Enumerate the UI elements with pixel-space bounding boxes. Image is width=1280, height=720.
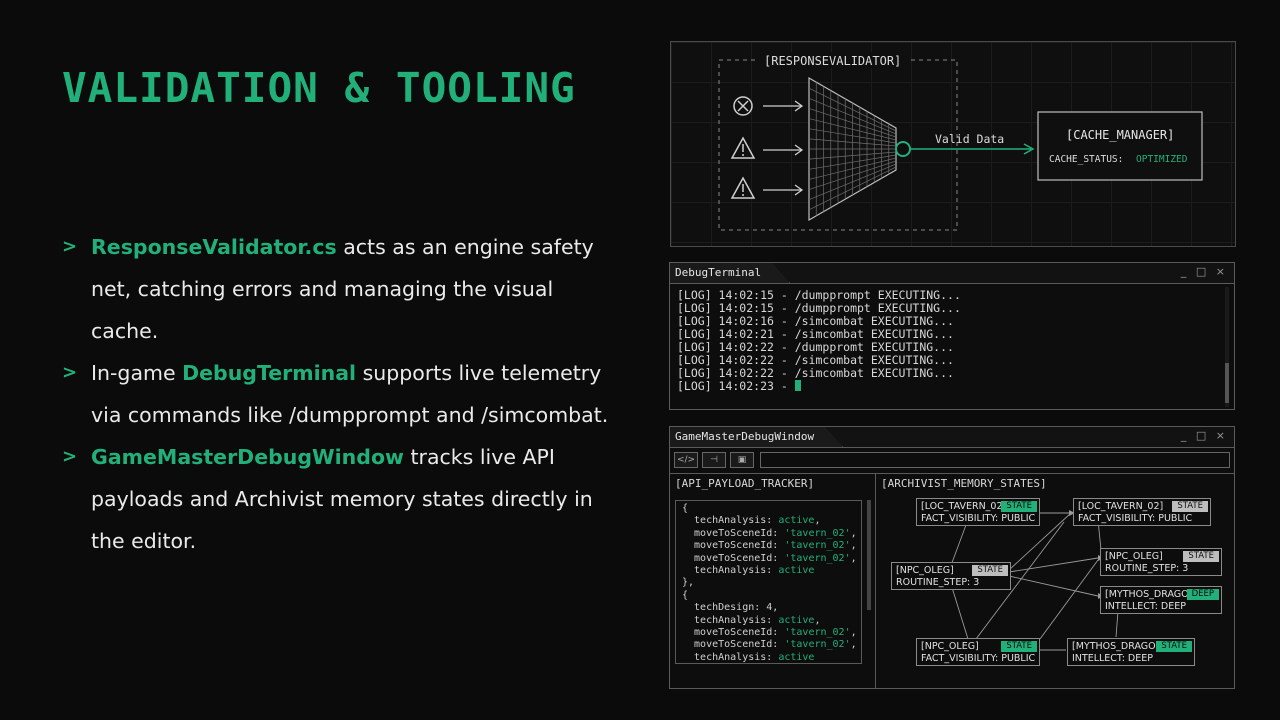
pin-icon[interactable]: ⊣	[702, 452, 726, 468]
deep-badge: DEEP	[1186, 589, 1219, 600]
state-badge: STATE	[1156, 641, 1192, 652]
gm-debug-window: GameMasterDebugWindow _ □ × </> ⊣ ▣ [API…	[669, 426, 1235, 689]
bullet-prefix: In-game	[91, 361, 183, 385]
payload-line: moveToSceneId: 'tavern_02',	[682, 540, 857, 552]
memory-node[interactable]: [NPC_OLEG] ROUTINE_STEP: 3 STATE	[891, 562, 1011, 590]
slide-title: VALIDATION & TOOLING	[62, 64, 576, 112]
bullet-debug-terminal: > In-game DebugTerminal supports live tel…	[62, 352, 622, 436]
payload-scrollbar[interactable]	[867, 500, 871, 610]
prompt-line[interactable]: [LOG] 14:02:23 -	[677, 380, 961, 393]
tab-debug-terminal[interactable]: DebugTerminal	[670, 263, 790, 283]
terminal-scrollbar-thumb[interactable]	[1225, 363, 1229, 403]
node-value: ROUTINE_STEP: 3	[896, 577, 980, 588]
prompt-text: [LOG] 14:02:23 -	[677, 379, 795, 393]
payload-line: techAnalysis: active	[682, 565, 815, 577]
diagram-svg: [RESPONSEVALIDATOR] Valid Data [CACHE_MA…	[718, 52, 1203, 231]
window-controls[interactable]: _ □ ×	[1181, 429, 1228, 442]
bullet-arrow-icon: >	[62, 236, 78, 257]
gm-tabbar: GameMasterDebugWindow _ □ ×	[670, 427, 1234, 448]
payload-line: techDesign: 4,	[682, 602, 779, 614]
state-badge: STATE	[972, 565, 1008, 576]
payload-code: { techAnalysis: active, moveToSceneId: '…	[675, 500, 862, 664]
state-badge: STATE	[1172, 501, 1208, 512]
payload-line: moveToSceneId: 'tavern_02',	[682, 627, 857, 639]
memory-node[interactable]: [LOC_TAVERN_02] FACT_VISIBILITY: PUBLIC …	[916, 498, 1040, 526]
payload-line: },	[682, 577, 695, 589]
node-value: INTELLECT: DEEP	[1105, 601, 1186, 612]
validator-diagram: [RESPONSEVALIDATOR] Valid Data [CACHE_MA…	[670, 41, 1236, 247]
payload-line: {	[682, 503, 689, 514]
api-payload-tracker: [API_PAYLOAD_TRACKER] { techAnalysis: ac…	[670, 473, 876, 688]
payload-line: techAnalysis: active,	[682, 614, 821, 626]
valid-data-label: Valid Data	[935, 132, 1004, 146]
window-controls[interactable]: _ □ ×	[1181, 265, 1228, 278]
toolbar-input[interactable]	[760, 452, 1230, 468]
memory-node[interactable]: [LOC_TAVERN_02] FACT_VISIBILITY: PUBLIC …	[1073, 498, 1211, 526]
payload-line: {	[682, 589, 689, 601]
bullet-highlight: DebugTerminal	[182, 361, 357, 385]
bullet-highlight: ResponseValidator.cs	[91, 235, 337, 259]
payload-line: moveToSceneId: 'tavern_02',	[682, 639, 857, 651]
api-tracker-title: [API_PAYLOAD_TRACKER]	[675, 477, 815, 490]
memory-node[interactable]: [NPC_OLEG] ROUTINE_STEP: 3 STATE	[1100, 548, 1222, 576]
folder-icon[interactable]: ▣	[730, 452, 754, 468]
cache-manager-box	[1037, 111, 1203, 181]
bullet-arrow-icon: >	[62, 446, 78, 467]
text-cursor	[794, 380, 801, 391]
bullet-list: > ResponseValidator.cs acts as an engine …	[62, 226, 622, 562]
bullet-gm-window: > GameMasterDebugWindow tracks live API p…	[62, 436, 622, 562]
bullet-highlight: GameMasterDebugWindow	[91, 445, 404, 469]
code-icon[interactable]: </>	[674, 452, 698, 468]
archivist-memory-states: [ARCHIVIST_MEMORY_STATES] [LOC_TAVERN_02…	[876, 473, 1234, 688]
memory-node[interactable]: [NPC_OLEG] FACT_VISIBILITY: PUBLIC STATE	[916, 638, 1040, 666]
warning-icon	[730, 176, 756, 199]
bullet-arrow-icon: >	[62, 362, 78, 383]
debug-terminal-window: DebugTerminal _ □ × [LOG] 14:02:15 - /du…	[669, 262, 1235, 410]
error-x-icon	[733, 96, 753, 116]
input-arrows	[763, 100, 804, 196]
terminal-log: [LOG] 14:02:15 - /dumpprompt EXECUTING..…	[677, 289, 961, 393]
payload-line: techAnalysis: active,	[682, 515, 821, 527]
validator-label: [RESPONSEVALIDATOR]	[764, 54, 901, 68]
terminal-tabbar: DebugTerminal _ □ ×	[670, 263, 1234, 284]
payload-line: moveToSceneId: 'tavern_02',	[682, 552, 857, 564]
state-badge: STATE	[1001, 501, 1037, 512]
node-value: FACT_VISIBILITY: PUBLIC	[921, 653, 1036, 664]
memory-node[interactable]: [MYTHOS_DRAGON] INTELLECT: DEEP DEEP	[1100, 586, 1222, 614]
payload-line: moveToSceneId: 'tavern_02',	[682, 527, 857, 539]
warning-icon	[730, 136, 756, 159]
state-badge: STATE	[1183, 551, 1219, 562]
cache-status-key: CACHE_STATUS:	[1049, 154, 1123, 165]
node-value: INTELLECT: DEEP	[1072, 653, 1153, 664]
payload-line: techAnalysis: active	[682, 651, 815, 663]
output-node-icon	[895, 141, 911, 157]
memory-node[interactable]: [MYTHOS_DRAGON] INTELLECT: DEEP STATE	[1067, 638, 1195, 666]
node-value: FACT_VISIBILITY: PUBLIC	[921, 513, 1036, 524]
cache-status-value: OPTIMIZED	[1136, 154, 1188, 165]
bullet-response-validator: > ResponseValidator.cs acts as an engine …	[62, 226, 622, 352]
node-value: ROUTINE_STEP: 3	[1105, 563, 1189, 574]
state-badge: STATE	[1001, 641, 1037, 652]
cache-manager-title: [CACHE_MANAGER]	[1066, 128, 1174, 142]
tab-gm-debug-window[interactable]: GameMasterDebugWindow	[670, 427, 843, 447]
node-value: FACT_VISIBILITY: PUBLIC	[1078, 513, 1193, 524]
